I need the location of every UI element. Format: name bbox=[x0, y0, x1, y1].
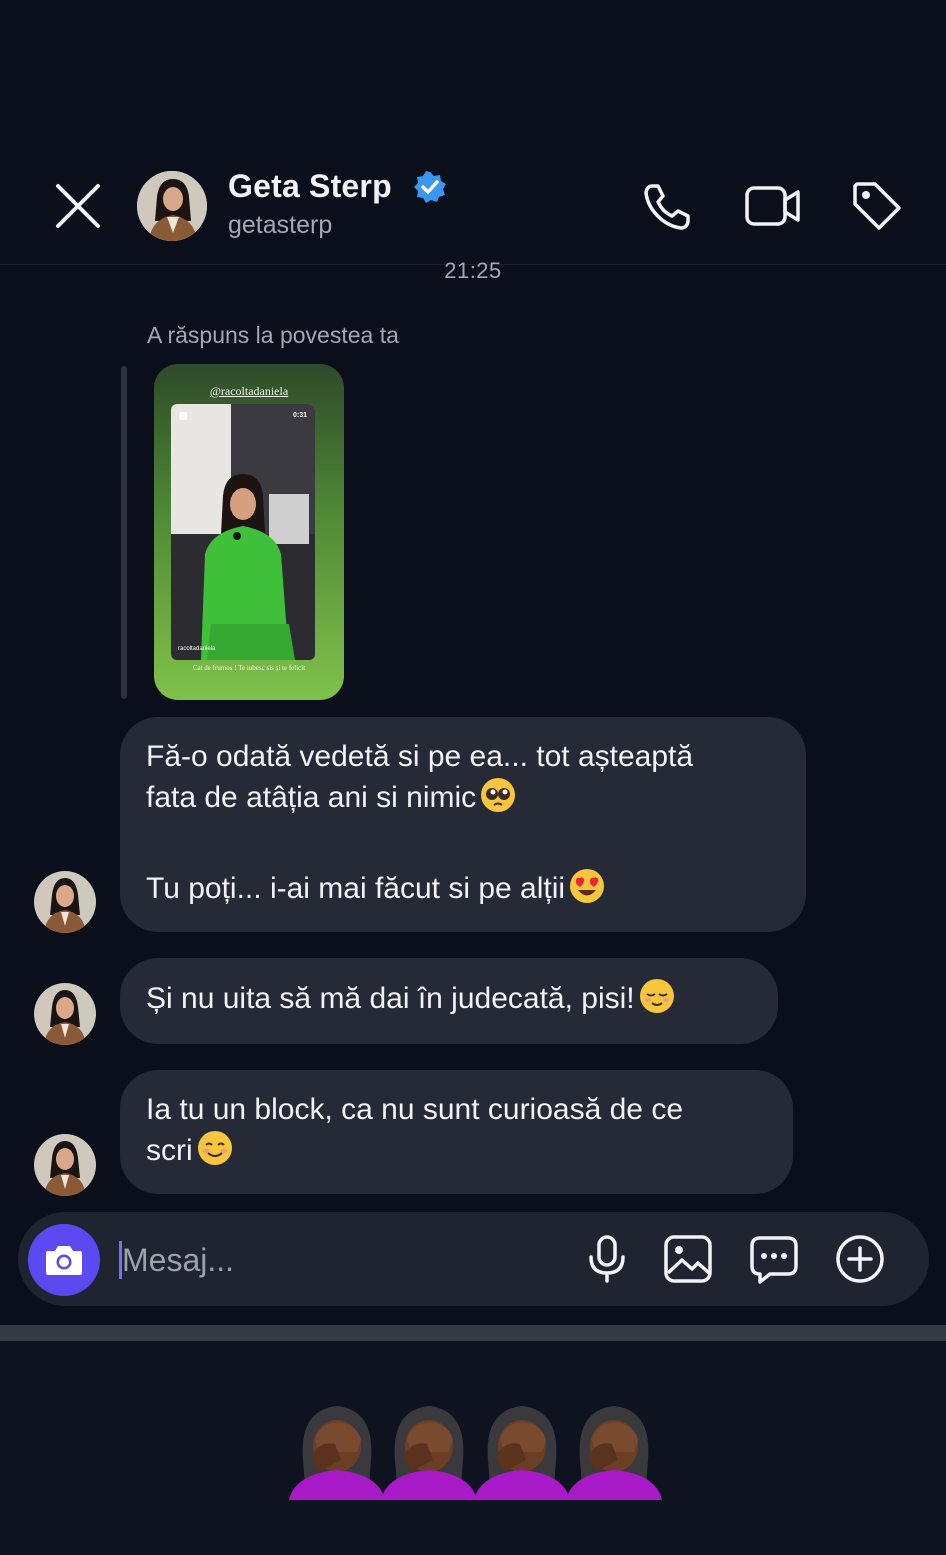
message-text: fata de atâția ani si nimic bbox=[146, 781, 477, 814]
message-text: scri bbox=[146, 1134, 193, 1167]
message-text: Fă-o odată vedetă si pe ea... tot așteap… bbox=[146, 740, 694, 773]
facepalm-icon bbox=[474, 1406, 570, 1500]
message-text: Tu poți... i-ai mai făcut si pe alții bbox=[146, 872, 566, 905]
gallery-icon[interactable] bbox=[662, 1233, 714, 1285]
avatar[interactable] bbox=[34, 871, 96, 933]
heart-eyes-face-icon bbox=[570, 869, 605, 903]
reply-indicator-bar bbox=[121, 366, 127, 699]
message-input[interactable] bbox=[122, 1236, 542, 1284]
separator-bar bbox=[0, 1325, 946, 1341]
camera-icon[interactable] bbox=[28, 1224, 100, 1296]
video-icon[interactable] bbox=[744, 178, 800, 234]
story-duration: 0:31 bbox=[292, 412, 307, 419]
message-text: Ia tu un block, ca nu sunt curioasă de c… bbox=[146, 1093, 683, 1126]
story-handle: @racoltadaniela bbox=[209, 384, 289, 398]
story-preview[interactable]: @racoltadaniela 0:31 racoltadaniela Cat … bbox=[154, 364, 344, 700]
sticker-icon[interactable] bbox=[748, 1233, 800, 1285]
microphone-icon[interactable] bbox=[581, 1233, 633, 1285]
pleading-face-icon bbox=[481, 778, 516, 812]
story-video-image bbox=[171, 404, 315, 660]
relieved-face-icon bbox=[639, 979, 674, 1013]
avatar[interactable] bbox=[137, 171, 207, 241]
story-username: racoltadaniela bbox=[178, 646, 216, 652]
contact-name[interactable]: Geta Sterp bbox=[228, 168, 392, 205]
tag-icon[interactable] bbox=[849, 178, 905, 234]
message-bubble[interactable]: Ia tu un block, ca nu sunt curioasă de c… bbox=[120, 1070, 793, 1194]
avatar[interactable] bbox=[34, 1134, 96, 1196]
contact-handle: getasterp bbox=[228, 211, 333, 239]
avatar[interactable] bbox=[34, 983, 96, 1045]
add-icon[interactable] bbox=[834, 1233, 886, 1285]
message-bubble[interactable]: Fă-o odată vedetă si pe ea... tot așteap… bbox=[120, 717, 806, 932]
message-text: Și nu uita să mă dai în judecată, pisi! bbox=[146, 982, 635, 1015]
close-icon[interactable] bbox=[52, 180, 104, 232]
story-video-frame: 0:31 racoltadaniela bbox=[171, 404, 315, 660]
facepalm-icon bbox=[566, 1406, 662, 1500]
story-reply-note: A răspuns la povestea ta bbox=[147, 322, 399, 348]
story-caption: Cat de frumos ! Te iubesc sis și te feli… bbox=[192, 664, 306, 672]
message-timestamp: 21:25 bbox=[444, 258, 502, 283]
message-bubble[interactable]: Și nu uita să mă dai în judecată, pisi! bbox=[120, 958, 778, 1044]
verified-badge-icon bbox=[414, 171, 446, 203]
phone-icon[interactable] bbox=[640, 178, 696, 234]
facepalm-icon bbox=[289, 1406, 385, 1500]
smiling-face-icon bbox=[197, 1131, 232, 1165]
facepalm-icon bbox=[381, 1406, 477, 1500]
